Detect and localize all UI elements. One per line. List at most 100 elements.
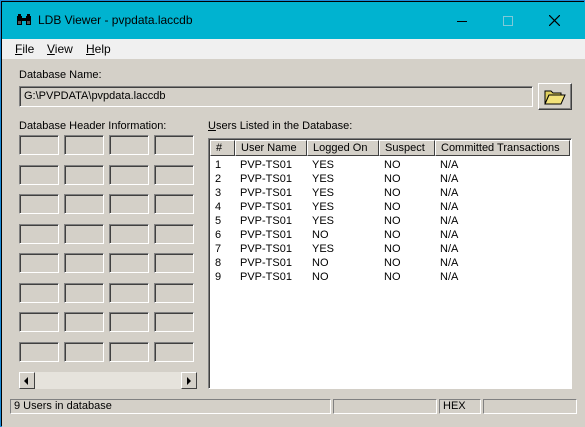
header-cell bbox=[154, 283, 194, 303]
users-label-rest: sers Listed in the Database: bbox=[215, 120, 353, 132]
row-logged-on: NO bbox=[312, 257, 329, 269]
row-number: 1 bbox=[215, 159, 222, 171]
row-suspect: NO bbox=[384, 173, 401, 185]
window-bottom-edge bbox=[2, 416, 585, 427]
header-cell bbox=[64, 165, 104, 185]
header-cell bbox=[109, 312, 149, 332]
users-list[interactable]: # User Name Logged On Suspect Committed … bbox=[208, 138, 572, 389]
header-cell bbox=[64, 283, 104, 303]
open-database-button[interactable] bbox=[538, 83, 572, 110]
row-suspect: NO bbox=[384, 271, 401, 283]
column-header-suspect[interactable]: Suspect bbox=[379, 140, 435, 156]
row-suspect: NO bbox=[384, 243, 401, 255]
row-committed: N/A bbox=[440, 173, 459, 185]
header-cell bbox=[19, 165, 59, 185]
database-name-field[interactable]: G:\PVPDATA\pvpdata.laccdb bbox=[19, 86, 533, 107]
column-header-user-name[interactable]: User Name bbox=[235, 140, 307, 156]
header-cell bbox=[109, 253, 149, 273]
status-bar: 9 Users in database HEX bbox=[2, 397, 585, 416]
header-cell bbox=[109, 283, 149, 303]
row-committed: N/A bbox=[440, 187, 459, 199]
header-cell bbox=[64, 224, 104, 244]
menu-view[interactable]: View bbox=[47, 42, 73, 56]
users-label: Users Listed in the Database: bbox=[208, 120, 352, 133]
row-logged-on: NO bbox=[312, 271, 329, 283]
row-logged-on: YES bbox=[312, 243, 335, 255]
table-row[interactable]: 1 PVP-TS01 YES NO N/A bbox=[210, 158, 570, 172]
title-bar[interactable]: LDB Viewer - pvpdata.laccdb bbox=[2, 2, 585, 39]
header-cell bbox=[154, 312, 194, 332]
table-row[interactable]: 7 PVP-TS01 YES NO N/A bbox=[210, 242, 570, 256]
row-user-name: PVP-TS01 bbox=[240, 271, 292, 283]
minimize-button[interactable] bbox=[439, 2, 485, 39]
maximize-button[interactable] bbox=[485, 2, 531, 39]
row-user-name: PVP-TS01 bbox=[240, 201, 292, 213]
maximize-icon bbox=[503, 15, 513, 26]
row-suspect: NO bbox=[384, 215, 401, 227]
arrow-right-icon bbox=[187, 376, 191, 385]
row-number: 4 bbox=[215, 201, 222, 213]
scroll-right-button[interactable] bbox=[181, 372, 197, 389]
row-logged-on: YES bbox=[312, 201, 335, 213]
table-row[interactable]: 6 PVP-TS01 NO NO N/A bbox=[210, 228, 570, 242]
header-cell bbox=[64, 135, 104, 155]
users-list-header: # User Name Logged On Suspect Committed … bbox=[210, 140, 570, 156]
row-committed: N/A bbox=[440, 257, 459, 269]
column-header-committed-transactions[interactable]: Committed Transactions bbox=[435, 140, 570, 156]
header-cell bbox=[19, 253, 59, 273]
horizontal-scrollbar[interactable] bbox=[19, 372, 197, 389]
scroll-left-button[interactable] bbox=[19, 372, 35, 389]
minimize-icon bbox=[457, 20, 467, 22]
header-cell bbox=[64, 253, 104, 273]
row-committed: N/A bbox=[440, 229, 459, 241]
row-user-name: PVP-TS01 bbox=[240, 215, 292, 227]
row-user-name: PVP-TS01 bbox=[240, 159, 292, 171]
status-user-count: 9 Users in database bbox=[10, 399, 331, 414]
header-cell bbox=[154, 224, 194, 244]
row-committed: N/A bbox=[440, 159, 459, 171]
column-header-logged-on[interactable]: Logged On bbox=[307, 140, 379, 156]
column-header-number[interactable]: # bbox=[210, 140, 235, 156]
header-cell bbox=[109, 342, 149, 362]
database-name-label: Database Name: bbox=[19, 69, 102, 81]
close-button[interactable] bbox=[531, 2, 577, 39]
folder-open-icon bbox=[544, 90, 566, 104]
menu-view-accel: V bbox=[47, 42, 55, 56]
header-cell bbox=[154, 194, 194, 214]
header-cell bbox=[19, 224, 59, 244]
main-panel: Database Name: G:\PVPDATA\pvpdata.laccdb… bbox=[2, 59, 585, 397]
row-number: 2 bbox=[215, 173, 222, 185]
row-number: 5 bbox=[215, 215, 222, 227]
header-cell bbox=[154, 135, 194, 155]
menu-file[interactable]: File bbox=[15, 42, 34, 56]
row-suspect: NO bbox=[384, 201, 401, 213]
header-cell bbox=[154, 253, 194, 273]
users-label-accel: U bbox=[208, 120, 216, 132]
row-number: 9 bbox=[215, 271, 222, 283]
menu-bar: File View Help bbox=[2, 39, 585, 59]
header-cell bbox=[64, 312, 104, 332]
row-logged-on: NO bbox=[312, 229, 329, 241]
row-user-name: PVP-TS01 bbox=[240, 173, 292, 185]
row-committed: N/A bbox=[440, 201, 459, 213]
table-row[interactable]: 4 PVP-TS01 YES NO N/A bbox=[210, 200, 570, 214]
row-number: 7 bbox=[215, 243, 222, 255]
row-committed: N/A bbox=[440, 243, 459, 255]
table-row[interactable]: 9 PVP-TS01 NO NO N/A bbox=[210, 270, 570, 284]
menu-help[interactable]: Help bbox=[86, 42, 111, 56]
row-committed: N/A bbox=[440, 271, 459, 283]
menu-help-accel: H bbox=[86, 42, 95, 56]
header-cell bbox=[19, 283, 59, 303]
header-info-grid bbox=[19, 135, 199, 371]
arrow-left-icon bbox=[24, 376, 28, 385]
row-suspect: NO bbox=[384, 257, 401, 269]
table-row[interactable]: 3 PVP-TS01 YES NO N/A bbox=[210, 186, 570, 200]
header-cell bbox=[109, 165, 149, 185]
header-cell bbox=[19, 194, 59, 214]
table-row[interactable]: 5 PVP-TS01 YES NO N/A bbox=[210, 214, 570, 228]
table-row[interactable]: 2 PVP-TS01 YES NO N/A bbox=[210, 172, 570, 186]
ldb-viewer-window: LDB Viewer - pvpdata.laccdb File View He… bbox=[0, 0, 585, 427]
header-cell bbox=[64, 342, 104, 362]
table-row[interactable]: 8 PVP-TS01 NO NO N/A bbox=[210, 256, 570, 270]
menu-view-rest: iew bbox=[54, 42, 73, 56]
